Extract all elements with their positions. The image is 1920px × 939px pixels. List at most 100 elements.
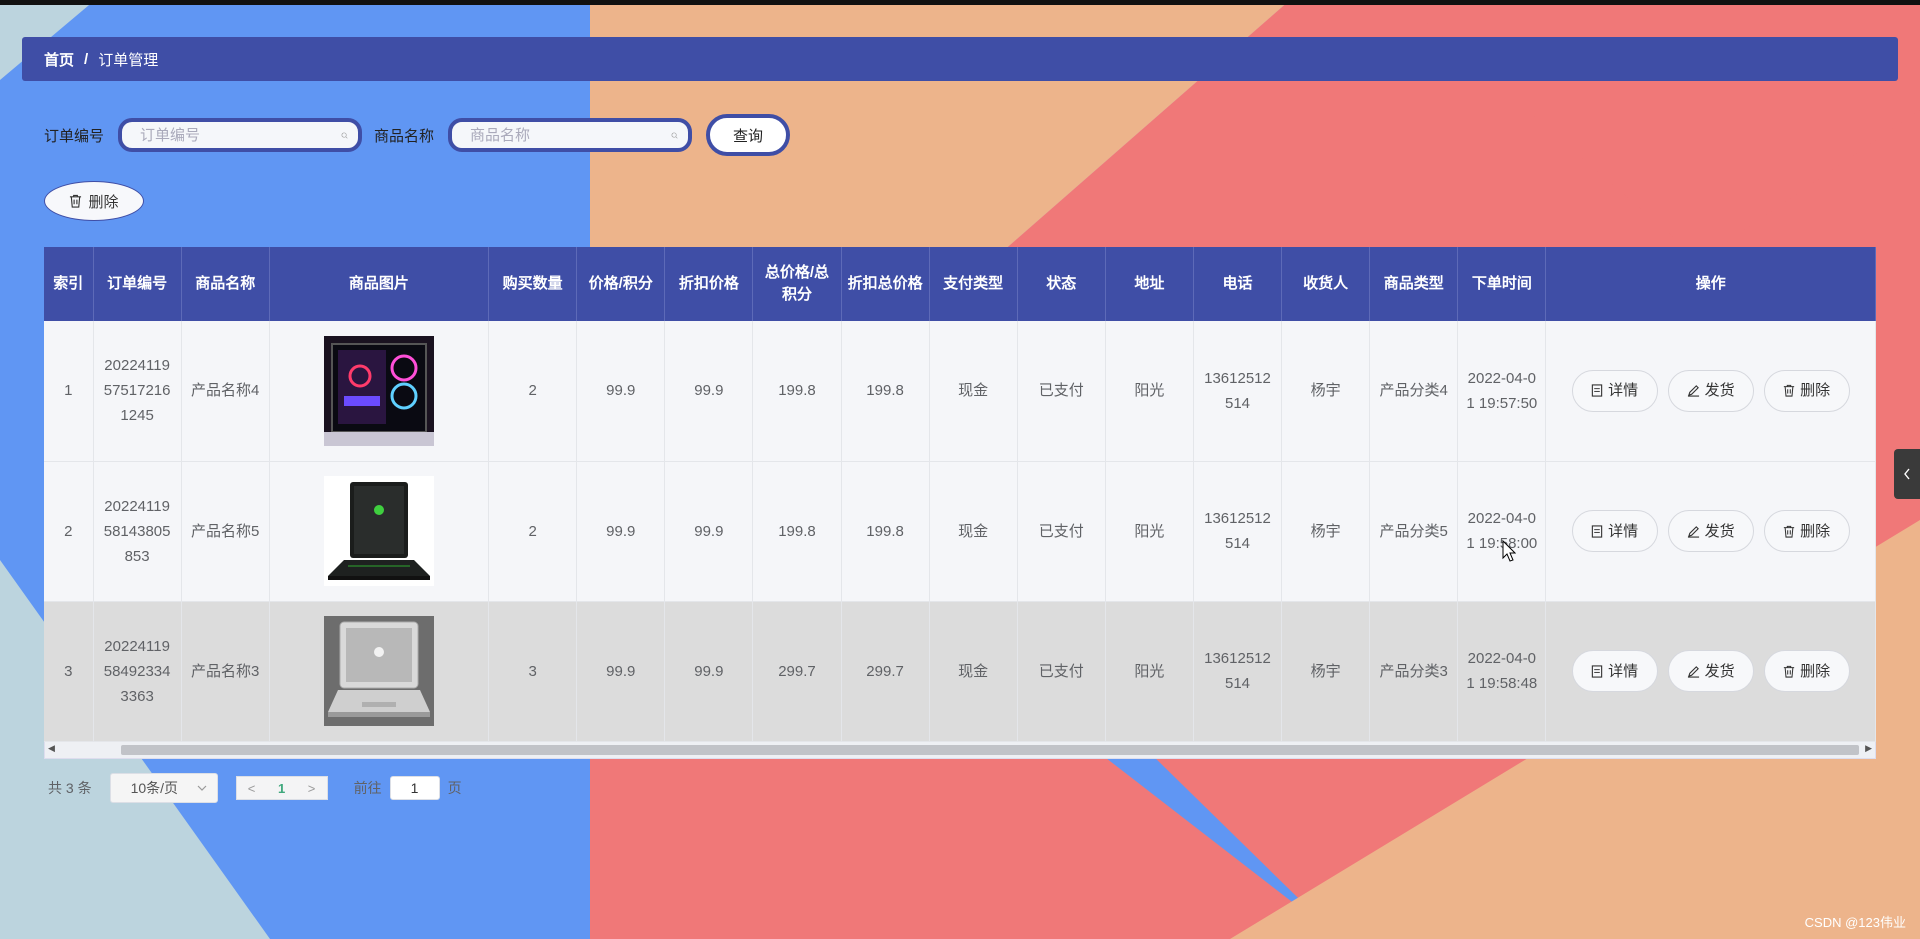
col-header: 支付类型 bbox=[929, 247, 1018, 321]
col-header: 下单时间 bbox=[1457, 247, 1547, 321]
cell-category: 产品分类3 bbox=[1369, 601, 1459, 742]
col-header: 订单编号 bbox=[93, 247, 182, 321]
cell-product: 产品名称3 bbox=[181, 601, 270, 742]
breadcrumb-current: 订单管理 bbox=[98, 51, 159, 69]
cell-time: 2022-04-01 19:58:48 bbox=[1457, 601, 1547, 742]
product-name-field bbox=[448, 118, 693, 152]
ship-button[interactable]: 发货 bbox=[1667, 510, 1754, 552]
cell-phone: 13612512514 bbox=[1193, 461, 1283, 602]
macbook-image[interactable] bbox=[323, 616, 434, 726]
delete-button[interactable]: 删除 bbox=[1763, 369, 1850, 412]
cell-actions: 详情 发货 删除 bbox=[1545, 601, 1876, 742]
cell-discount-price: 99.9 bbox=[664, 321, 754, 462]
cell-status: 已支付 bbox=[1017, 601, 1106, 742]
scroll-left-arrow-icon[interactable]: ◀ bbox=[48, 743, 55, 754]
detail-button[interactable]: 详情 bbox=[1571, 510, 1658, 552]
goto-page-input[interactable]: 1 bbox=[389, 776, 440, 800]
cell-actions: 详情 发货 删除 bbox=[1545, 461, 1876, 602]
cell-status: 已支付 bbox=[1017, 461, 1106, 602]
cell-receiver: 杨宇 bbox=[1281, 321, 1371, 462]
col-header: 状态 bbox=[1017, 247, 1106, 321]
document-icon bbox=[1591, 664, 1603, 678]
page-nav: < 1 > bbox=[235, 776, 328, 800]
ship-label: 发货 bbox=[1704, 522, 1735, 540]
cell-discount-total: 199.8 bbox=[841, 461, 930, 602]
cell-pay-type: 现金 bbox=[929, 461, 1018, 602]
gaming-pc-case-image[interactable] bbox=[323, 335, 434, 446]
ship-label: 发货 bbox=[1704, 382, 1735, 400]
delete-button[interactable]: 删除 bbox=[1763, 510, 1850, 552]
side-panel-toggle[interactable] bbox=[1894, 449, 1920, 499]
col-header: 折扣价格 bbox=[664, 247, 754, 321]
detail-label: 详情 bbox=[1608, 522, 1639, 540]
delete-button[interactable]: 删除 bbox=[1763, 650, 1850, 692]
cell-actions: 详情 发货 删除 bbox=[1545, 321, 1876, 462]
cell-product: 产品名称5 bbox=[181, 461, 270, 602]
table-row[interactable]: 2 2022411958143805853 产品名称5 2 99.9 99.9 … bbox=[44, 461, 1876, 602]
detail-button[interactable]: 详情 bbox=[1571, 650, 1658, 692]
cell-price: 99.9 bbox=[576, 601, 666, 742]
orders-table-wrapper: 索引 订单编号 商品名称 商品图片 购买数量 价格/积分 折扣价格 总价格/总积… bbox=[44, 247, 1876, 759]
order-no-field bbox=[118, 118, 363, 152]
order-no-input[interactable] bbox=[138, 125, 342, 145]
cell-address: 阳光 bbox=[1105, 601, 1194, 742]
product-name-input[interactable] bbox=[468, 125, 672, 145]
cell-time: 2022-04-01 19:58:00 bbox=[1457, 461, 1547, 602]
cell-total: 299.7 bbox=[752, 601, 842, 742]
cell-order-no: 2022411958143805853 bbox=[93, 461, 182, 602]
ship-button[interactable]: 发货 bbox=[1667, 650, 1754, 692]
cell-qty: 3 bbox=[488, 601, 578, 742]
pagination: 共 3 条 10条/页 < 1 > 前往 1 页 bbox=[48, 773, 462, 803]
prev-page-icon[interactable]: < bbox=[237, 781, 267, 796]
batch-delete-label: 删除 bbox=[88, 193, 119, 211]
query-button[interactable]: 查询 bbox=[706, 114, 791, 156]
search-icon bbox=[671, 132, 678, 139]
scrollbar-thumb[interactable] bbox=[121, 744, 1859, 755]
cell-price: 99.9 bbox=[576, 461, 666, 602]
cell-discount-total: 199.8 bbox=[841, 321, 930, 462]
cell-time: 2022-04-01 19:57:50 bbox=[1457, 321, 1547, 462]
horizontal-scrollbar[interactable]: ◀ ▶ bbox=[44, 741, 1876, 759]
page-number-current[interactable]: 1 bbox=[267, 781, 297, 796]
detail-label: 详情 bbox=[1608, 662, 1639, 680]
page-size-select[interactable]: 10条/页 bbox=[109, 773, 218, 803]
detail-button[interactable]: 详情 bbox=[1571, 369, 1658, 412]
page-jumper: 前往 1 页 bbox=[354, 776, 462, 800]
cell-total: 199.8 bbox=[752, 461, 842, 602]
trash-icon bbox=[1784, 525, 1795, 538]
breadcrumb-separator: / bbox=[84, 50, 89, 68]
delete-label: 删除 bbox=[1800, 662, 1831, 680]
cell-discount-total: 299.7 bbox=[841, 601, 930, 742]
orders-table: 索引 订单编号 商品名称 商品图片 购买数量 价格/积分 折扣价格 总价格/总积… bbox=[44, 247, 1876, 742]
cell-index: 3 bbox=[44, 601, 94, 742]
scroll-right-arrow-icon[interactable]: ▶ bbox=[1865, 743, 1872, 754]
edit-icon bbox=[1687, 525, 1699, 538]
ship-button[interactable]: 发货 bbox=[1667, 369, 1754, 412]
top-bar bbox=[0, 0, 1920, 5]
table-row[interactable]: 1 20224119575172161245 产品名称4 2 99.9 99.9… bbox=[44, 321, 1876, 462]
cell-image bbox=[269, 321, 490, 462]
cell-pay-type: 现金 bbox=[929, 321, 1018, 462]
edit-icon bbox=[1687, 665, 1699, 678]
total-count: 共 3 条 bbox=[48, 780, 92, 796]
col-header: 商品图片 bbox=[269, 247, 490, 321]
batch-delete-button[interactable]: 删除 bbox=[44, 181, 144, 221]
search-form: 订单编号 商品名称 查询 bbox=[44, 114, 791, 156]
next-page-icon[interactable]: > bbox=[297, 781, 327, 796]
table-row[interactable]: 3 20224119584923343363 产品名称3 3 99.9 99.9… bbox=[44, 601, 1876, 742]
col-header: 索引 bbox=[44, 247, 94, 321]
goto-label: 前往 bbox=[353, 780, 382, 796]
cell-index: 1 bbox=[44, 321, 94, 462]
delete-label: 删除 bbox=[1800, 522, 1831, 540]
cell-discount-price: 99.9 bbox=[664, 461, 754, 602]
col-header: 电话 bbox=[1193, 247, 1283, 321]
cell-pay-type: 现金 bbox=[929, 601, 1018, 742]
gaming-laptop-image[interactable] bbox=[323, 476, 434, 586]
breadcrumb-home[interactable]: 首页 bbox=[44, 49, 74, 70]
col-header: 价格/积分 bbox=[576, 247, 666, 321]
chevron-down-icon bbox=[197, 785, 207, 791]
cell-phone: 13612512514 bbox=[1193, 601, 1283, 742]
col-header: 操作 bbox=[1545, 247, 1876, 321]
ship-label: 发货 bbox=[1704, 662, 1735, 680]
document-icon bbox=[1591, 524, 1603, 538]
